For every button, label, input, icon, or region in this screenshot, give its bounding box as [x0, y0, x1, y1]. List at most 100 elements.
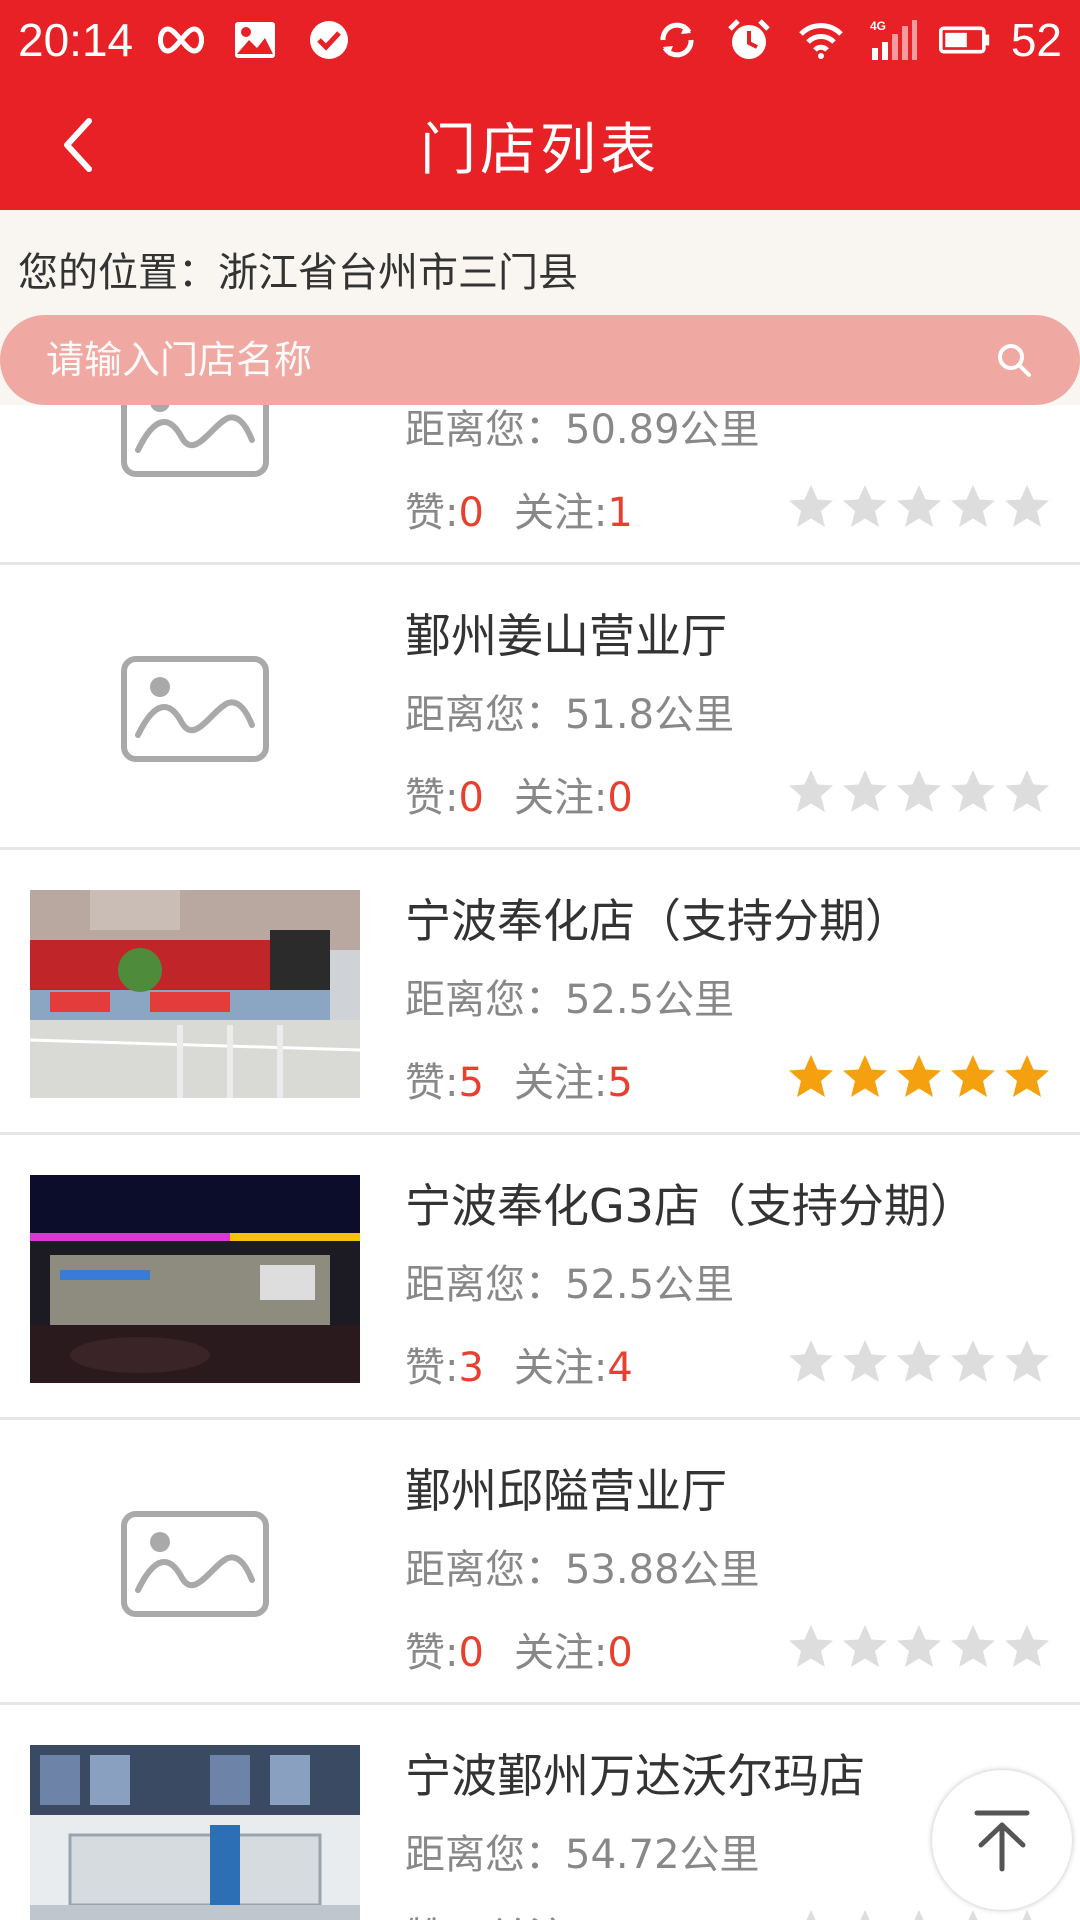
store-list: 鄞州东城服营业厅距离您：50.89公里赞:0关注:1鄞州姜山营业厅距离您：51.… — [0, 405, 1080, 1920]
status-time: 20:14 — [18, 14, 134, 66]
follows-label: 关注: — [513, 490, 608, 536]
distance-value: 54.72公里 — [565, 1832, 760, 1878]
follows-count: 1 — [607, 490, 633, 536]
store-photo — [30, 1175, 360, 1383]
store-name: 宁波奉化G3店（支持分期） — [405, 1179, 976, 1233]
star-icon — [897, 1340, 941, 1382]
sync-icon — [651, 16, 703, 64]
likes-label: 赞: — [405, 490, 459, 536]
likes-count: 0 — [458, 490, 484, 536]
page-title: 门店列表 — [420, 117, 660, 183]
star-icon — [789, 1625, 833, 1667]
likes-label: 赞: — [405, 775, 459, 821]
store-distance: 距离您：52.5公里 — [405, 1252, 734, 1310]
store-item[interactable]: 宁波鄞州万达沃尔玛店距离您：54.72公里赞: 关注: — [0, 1705, 1080, 1920]
star-icon — [843, 1055, 887, 1097]
follows-label: 关注: — [513, 775, 608, 821]
svg-text:4G: 4G — [870, 19, 886, 33]
status-bar: 20:14 4G 52 — [0, 0, 1080, 80]
distance-value: 50.89公里 — [565, 407, 760, 453]
likes-label: 赞: — [405, 1915, 458, 1920]
star-icon — [1005, 1340, 1049, 1382]
current-location: 您的位置：浙江省台州市三门县 — [18, 250, 578, 296]
store-stats: 赞: 关注: — [405, 1905, 582, 1920]
likes-label: 赞: — [405, 1345, 459, 1391]
star-icon — [951, 1340, 995, 1382]
store-name: 宁波奉化店（支持分期） — [405, 894, 911, 948]
star-rating — [786, 1622, 1052, 1672]
follows-count: 0 — [607, 1630, 633, 1676]
store-distance: 距离您：51.8公里 — [405, 682, 734, 740]
star-icon — [843, 485, 887, 527]
status-left: 20:14 — [18, 13, 355, 67]
star-icon — [914, 1910, 924, 1920]
back-to-top-button[interactable] — [932, 1770, 1072, 1910]
store-item[interactable]: 鄞州东城服营业厅距离您：50.89公里赞:0关注:1 — [0, 405, 1080, 565]
image-icon — [229, 16, 281, 64]
star-icon — [897, 770, 941, 812]
star-rating — [786, 1052, 1052, 1102]
distance-label: 距离您： — [405, 692, 565, 738]
likes-label: 赞: — [405, 1630, 459, 1676]
store-item[interactable]: 宁波奉化店（支持分期） 距离您：52.5公里 赞:5 关注:5 — [0, 850, 1080, 1135]
follows-label: 关注: — [513, 1630, 608, 1676]
search-icon[interactable] — [994, 340, 1034, 380]
star-icon — [1005, 770, 1049, 812]
search-input[interactable] — [46, 338, 994, 382]
star-icon — [843, 1340, 887, 1382]
distance-label: 距离您： — [405, 407, 565, 453]
placeholder-image-icon — [30, 405, 360, 528]
follows-count: 5 — [607, 1060, 633, 1106]
search-box[interactable] — [0, 315, 1080, 405]
store-photo — [30, 890, 360, 1098]
store-item[interactable]: 鄞州姜山营业厅距离您：51.8公里 赞:0 关注:0 — [0, 565, 1080, 850]
follows-label: 关注: — [513, 1345, 608, 1391]
star-icon — [789, 1340, 833, 1382]
check-circle-icon — [303, 16, 355, 64]
distance-value: 52.5公里 — [565, 1262, 735, 1308]
store-name: 宁波鄞州万达沃尔玛店 — [405, 1749, 865, 1803]
follows-label: 关注: — [513, 1060, 608, 1106]
store-stats: 赞:0 关注:1 — [405, 480, 633, 538]
signal-4g-icon: 4G — [867, 16, 919, 64]
store-item[interactable]: 宁波奉化G3店（支持分期） 距离您：52.5公里 赞:3 关注:4 — [0, 1135, 1080, 1420]
star-rating — [786, 482, 1052, 532]
star-icon — [1005, 1055, 1049, 1097]
star-icon — [951, 770, 995, 812]
star-icon — [789, 770, 833, 812]
star-rating — [786, 1337, 1052, 1387]
back-button[interactable] — [40, 108, 114, 182]
distance-value: 52.5公里 — [565, 977, 735, 1023]
store-list-viewport[interactable]: 鄞州东城服营业厅距离您：50.89公里赞:0关注:1鄞州姜山营业厅距离您：51.… — [0, 405, 1080, 1920]
likes-label: 赞: — [405, 1060, 459, 1106]
store-photo — [30, 1745, 360, 1920]
star-icon — [897, 1055, 941, 1097]
store-distance: 距离您：52.5公里 — [405, 967, 734, 1025]
store-stats: 赞:0 关注:0 — [405, 1620, 633, 1678]
star-icon — [897, 1625, 941, 1667]
distance-label: 距离您： — [405, 977, 565, 1023]
star-rating — [786, 767, 1052, 817]
likes-count: 0 — [458, 1630, 484, 1676]
status-right: 4G 52 — [651, 13, 1062, 67]
arrow-up-icon — [974, 1810, 1030, 1872]
star-icon — [1005, 1625, 1049, 1667]
store-name: 鄞州姜山营业厅 — [405, 609, 727, 663]
battery-icon — [938, 16, 991, 64]
star-icon — [843, 1625, 887, 1667]
store-stats: 赞:0 关注:0 — [405, 765, 633, 823]
store-distance: 距离您：50.89公里 — [405, 405, 760, 455]
store-item[interactable]: 鄞州邱隘营业厅 距离您：53.88公里 赞:0 关注:0 — [0, 1420, 1080, 1705]
battery-percent: 52 — [1010, 14, 1062, 66]
store-name: 鄞州邱隘营业厅 — [405, 1464, 727, 1518]
follows-count: 4 — [607, 1345, 633, 1391]
distance-label: 距离您： — [405, 1832, 565, 1878]
likes-count: 5 — [458, 1060, 484, 1106]
title-bar: 门店列表 — [0, 80, 1080, 210]
star-icon — [897, 485, 941, 527]
distance-label: 距离您： — [405, 1262, 565, 1308]
store-distance: 距离您：53.88公里 — [405, 1537, 760, 1595]
follows-label: 关注: — [488, 1915, 581, 1920]
star-icon — [951, 1625, 995, 1667]
chevron-left-icon — [64, 118, 92, 172]
